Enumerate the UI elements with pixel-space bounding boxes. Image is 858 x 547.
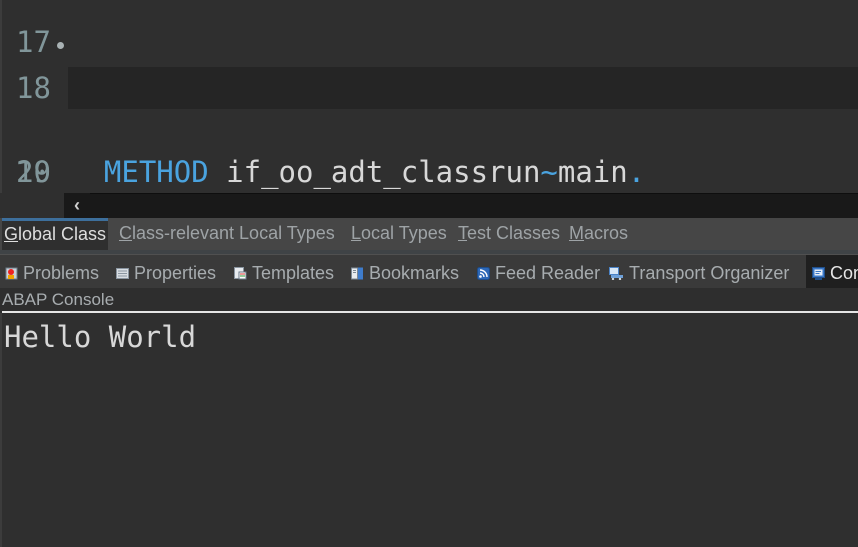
tab-label: Problems	[23, 263, 100, 283]
tab-transport-organizer[interactable]: Transport Organizer	[609, 255, 789, 289]
tab-bookmarks[interactable]: Bookmarks	[351, 255, 459, 289]
view-tabs-bar: Problems Properties Templates Bookmarks …	[0, 254, 858, 289]
tab-mnemonic: C	[119, 223, 132, 243]
current-line-highlight	[68, 67, 858, 109]
code-line[interactable]: 17	[2, 0, 858, 59]
tab-label: Bookmarks	[369, 263, 460, 283]
problems-icon	[5, 256, 18, 280]
tab-mnemonic: M	[569, 223, 584, 243]
tab-label-rest: acros	[584, 223, 629, 243]
horizontal-scrollbar[interactable]	[64, 193, 858, 218]
code-line[interactable]: 21 ENDCLASS.	[2, 151, 858, 193]
tab-test-classes[interactable]: Test Classes	[456, 218, 562, 250]
tab-label-rest: ocal Types	[361, 223, 447, 243]
console-icon	[812, 256, 825, 280]
templates-icon	[234, 256, 247, 280]
code-editor[interactable]: 17 18 METHOD if_oo_adt_classrun~main. 19…	[0, 0, 858, 193]
tab-label-rest: lass-relevant Local Types	[132, 223, 335, 243]
tab-mnemonic: L	[351, 223, 362, 243]
tab-label: Transport Organizer	[629, 263, 790, 283]
console-output-area[interactable]: Hello World	[0, 313, 858, 547]
fold-toggle-icon[interactable]	[57, 42, 64, 49]
tab-mnemonic: G	[4, 224, 19, 244]
tab-console[interactable]: Console	[806, 255, 858, 289]
tab-local-types[interactable]: Local Types	[349, 218, 449, 250]
gutter-filler	[0, 193, 64, 218]
transport-icon	[609, 256, 624, 281]
tab-properties[interactable]: Properties	[116, 255, 216, 289]
tab-templates[interactable]: Templates	[234, 255, 334, 289]
tab-global-class[interactable]: Global Class	[2, 218, 109, 250]
tab-label: Properties	[134, 263, 217, 283]
scroll-left-arrow-icon[interactable]: ‹	[64, 193, 90, 218]
tab-label: Console	[830, 263, 858, 283]
properties-icon	[116, 256, 129, 279]
code-line-current[interactable]: 19 out->write( 'Hello World' ).	[2, 67, 858, 189]
tab-label: Templates	[252, 263, 335, 283]
source-tabs-bar: Global Class Class-relevant Local Types …	[0, 218, 858, 254]
tab-label-rest: est Classes	[467, 223, 561, 243]
bookmarks-icon	[351, 256, 364, 280]
console-title: ABAP Console	[0, 288, 858, 311]
tab-feed-reader[interactable]: Feed Reader	[477, 255, 600, 289]
tab-problems[interactable]: Problems	[5, 255, 99, 289]
tab-mnemonic: T	[458, 223, 467, 243]
tab-label-rest: lobal Class	[18, 224, 107, 244]
code-line[interactable]: 18 METHOD if_oo_adt_classrun~main.	[2, 25, 858, 189]
console-output-text: Hello World	[4, 320, 197, 354]
code-line[interactable]: 20 ENDMETHOD.	[2, 109, 858, 189]
tab-class-relevant-local-types[interactable]: Class-relevant Local Types	[117, 218, 337, 250]
feed-icon	[477, 256, 490, 280]
tab-macros[interactable]: Macros	[567, 218, 630, 250]
tab-label: Feed Reader	[495, 263, 601, 283]
